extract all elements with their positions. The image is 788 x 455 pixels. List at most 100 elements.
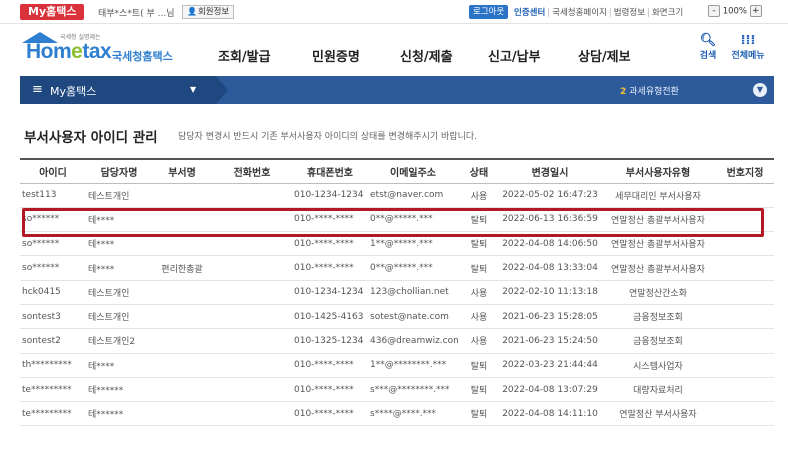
- table-cell: 편리한총괄: [152, 255, 212, 281]
- table-row[interactable]: te********* 테****** 010-****-**** s***@****…: [20, 377, 774, 403]
- link-nts-home[interactable]: 국세청홈페이지: [552, 8, 607, 18]
- table-cell: 탈퇴: [458, 207, 500, 233]
- col-header: 담당자명: [86, 158, 152, 184]
- table-row[interactable]: th********* 테**** 010-****-**** 1**@*******…: [20, 353, 774, 378]
- table-cell: 테스트개인: [86, 280, 152, 305]
- table-cell: s****@****.***: [368, 401, 458, 427]
- hometax-logo[interactable]: 국세청 실명제는 Hometax 국세청홈택스: [22, 32, 173, 68]
- table-cell: 연말정산 총괄부서사용자: [600, 255, 716, 281]
- all-menu-button[interactable]: ⁞⁞⁞ 전체메뉴: [728, 33, 768, 62]
- table-cell: 탈퇴: [458, 401, 500, 427]
- table-cell: 123@chollian.net: [368, 280, 458, 305]
- table-cell: [152, 207, 212, 233]
- table-cell: [716, 328, 774, 354]
- table-cell: [716, 280, 774, 305]
- table-cell: 436@dreamwiz.com: [368, 328, 458, 354]
- table-cell: 세무대리인 부서사용자: [600, 183, 716, 208]
- table-cell[interactable]: hck0415: [20, 280, 86, 305]
- table-cell: [716, 353, 774, 378]
- nav-report-pay[interactable]: 신고/납부: [488, 46, 541, 65]
- table-cell: sotest@nate.com: [368, 304, 458, 330]
- table-cell: 테******: [86, 377, 152, 403]
- nav-apply-submit[interactable]: 신청/제출: [400, 46, 453, 65]
- table-cell: [212, 280, 292, 305]
- table-cell[interactable]: so******: [20, 207, 86, 233]
- table-cell: 사용: [458, 183, 500, 208]
- link-cert-center[interactable]: 인증센터: [514, 8, 545, 18]
- table-cell[interactable]: sontest2: [20, 328, 86, 354]
- table-cell[interactable]: te*********: [20, 401, 86, 427]
- table-cell: 연말정산 총괄부서사용자: [600, 231, 716, 257]
- section-bar: ≡ My홈택스 ▼ 2 과세유형전환 ▼: [20, 76, 774, 104]
- table-cell: 테****: [86, 255, 152, 281]
- table-cell: 1**@*****.***: [368, 231, 458, 257]
- grid-menu-icon: ⁞⁞⁞: [740, 33, 756, 48]
- table-cell: [152, 377, 212, 403]
- table-cell[interactable]: te*********: [20, 377, 86, 403]
- table-cell: [152, 304, 212, 330]
- table-cell[interactable]: th*********: [20, 353, 86, 378]
- zoom-out-button[interactable]: -: [708, 5, 720, 17]
- my-hometax-dropdown[interactable]: ≡ My홈택스 ▼: [20, 76, 228, 104]
- table-cell: 테****: [86, 231, 152, 257]
- zoom-in-button[interactable]: +: [749, 5, 762, 17]
- main-nav: 국세청 실명제는 Hometax 국세청홈택스 조회/발급 민원증명 신청/제출…: [0, 24, 788, 74]
- table-row[interactable]: test113 테스트개인 010-1234-1234 etst@naver.com 사…: [20, 183, 774, 208]
- caret-down-icon: ▼: [190, 85, 197, 94]
- table-cell[interactable]: so******: [20, 231, 86, 257]
- table-cell: [152, 280, 212, 305]
- table-cell: [716, 377, 774, 403]
- link-law-info[interactable]: 법령정보: [614, 8, 645, 18]
- table-cell: 탈퇴: [458, 255, 500, 281]
- table-row[interactable]: so****** 테**** 010-****-**** 0**@*****.*** 탈…: [20, 207, 774, 233]
- table-row[interactable]: so****** 테**** 010-****-**** 1**@*****.*** 탈…: [20, 231, 774, 257]
- table-cell: 테스트개인: [86, 304, 152, 330]
- col-header: 휴대폰번호: [292, 158, 368, 184]
- table-cell: 테****: [86, 207, 152, 233]
- table-cell: 테스트개인2: [86, 328, 152, 354]
- table-cell: 테스트개인: [86, 183, 152, 208]
- table-cell: [152, 183, 212, 208]
- top-utility-bar: My홈택스 태부*스*트( 부 ...님 👤회원정보 로그아웃 인증센터 | 국세청…: [0, 0, 788, 24]
- tax-type-switch[interactable]: 2 과세유형전환: [620, 84, 679, 97]
- table-cell: 금융정보조회: [600, 328, 716, 354]
- table-row[interactable]: te********* 테****** 010-****-**** s****@***…: [20, 401, 774, 427]
- table-cell[interactable]: sontest3: [20, 304, 86, 330]
- page-notice: 담당자 변경시 반드시 기존 부서사용자 아이디의 상태를 변경해주시기 바랍니…: [178, 132, 477, 142]
- table-cell: [152, 328, 212, 354]
- nav-civil-certificate[interactable]: 민원증명: [312, 46, 360, 65]
- expand-circle-icon[interactable]: ▼: [753, 83, 767, 97]
- member-info-button[interactable]: 👤회원정보: [182, 5, 235, 19]
- table-cell: [212, 207, 292, 233]
- table-cell: [212, 183, 292, 208]
- table-cell: 0**@*****.***: [368, 255, 458, 281]
- table-cell: [212, 353, 292, 378]
- table-cell: 010-****-****: [292, 377, 368, 403]
- nav-consult-report[interactable]: 상담/제보: [578, 46, 631, 65]
- table-cell: 2022-06-13 16:36:59: [500, 207, 600, 233]
- nav-inquiry-issue[interactable]: 조회/발급: [218, 46, 271, 65]
- user-name: 태부*스*트( 부 ...님: [98, 9, 175, 19]
- table-cell: [716, 255, 774, 281]
- table-cell: 테******: [86, 401, 152, 427]
- table-cell: 010-1325-1234: [292, 328, 368, 354]
- table-row[interactable]: hck0415 테스트개인 010-1234-1234 123@chollian.ne…: [20, 280, 774, 305]
- table-cell: 시스템사업자: [600, 353, 716, 378]
- table-row[interactable]: sontest2 테스트개인2 010-1325-1234 436@dreamwiz.…: [20, 328, 774, 354]
- table-cell[interactable]: so******: [20, 255, 86, 281]
- table-cell: [716, 207, 774, 233]
- search-button[interactable]: 🔍︎ 검색: [688, 34, 728, 62]
- col-header: 전화번호: [212, 158, 292, 184]
- table-row[interactable]: sontest3 테스트개인 010-1425-4163 sotest@nate.co…: [20, 304, 774, 330]
- my-hometax-badge[interactable]: My홈택스: [20, 4, 85, 20]
- table-cell[interactable]: test113: [20, 183, 86, 208]
- table-row[interactable]: so****** 테**** 편리한총괄 010-****-**** 0**@*****…: [20, 255, 774, 281]
- table-cell: 010-****-****: [292, 401, 368, 427]
- logout-button[interactable]: 로그아웃: [469, 5, 509, 19]
- table-cell: 010-1234-1234: [292, 183, 368, 208]
- table-cell: [152, 401, 212, 427]
- table-cell: 연말정산 총괄부서사용자: [600, 207, 716, 233]
- table-cell: [152, 231, 212, 257]
- table-cell: [716, 183, 774, 208]
- zoom-control: - 100% +: [708, 5, 762, 17]
